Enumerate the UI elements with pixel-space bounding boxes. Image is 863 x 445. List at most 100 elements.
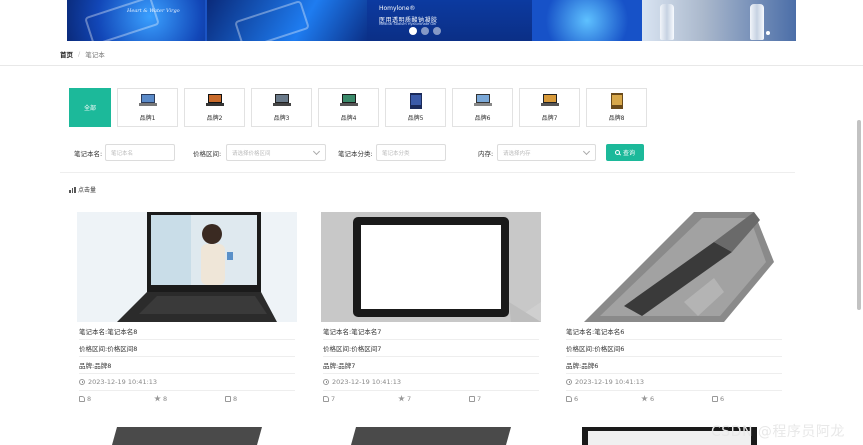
laptop-image xyxy=(321,212,541,322)
card-brand: 品牌:品牌6 xyxy=(566,357,782,374)
brand-item[interactable]: 品牌4 xyxy=(318,88,379,127)
document-icon xyxy=(469,395,475,402)
search-form: 笔记本名: 笔记本名 价格区间: 请选择价格区间 笔记本分类: 笔记本分类 内存… xyxy=(74,144,804,162)
carousel-dot-2[interactable] xyxy=(421,27,429,35)
favorite-count[interactable]: 8 xyxy=(154,395,167,403)
brand-label: 品牌7 xyxy=(541,115,558,122)
banner-brand: Homylone® xyxy=(379,5,416,12)
breadcrumb-home[interactable]: 首页 xyxy=(60,49,73,59)
price-label: 价格区间: xyxy=(193,150,222,158)
brand-label: 品牌1 xyxy=(139,115,156,122)
sort-by-clicks[interactable]: 点击量 xyxy=(69,185,96,194)
card-brand: 品牌:品牌7 xyxy=(323,357,539,374)
card-time: 2023-12-19 10:41:13 xyxy=(566,374,782,391)
banner-small-text: Medical Sodium Hyaluronate Gel xyxy=(379,22,437,26)
bottle-image xyxy=(750,4,764,40)
card-brand: 品牌:品牌8 xyxy=(79,357,295,374)
price-placeholder: 请选择价格区间 xyxy=(232,150,271,157)
category-label: 笔记本分类: xyxy=(338,150,373,158)
chevron-down-icon xyxy=(312,147,321,156)
view-count: 8 xyxy=(225,395,237,403)
laptop-image xyxy=(321,427,541,445)
product-image xyxy=(321,212,541,322)
laptop-thumbnail xyxy=(272,94,291,106)
carousel-indicator[interactable] xyxy=(766,31,770,35)
product-card[interactable]: 笔记本名:笔记本名8 价格区间:价格区间8 品牌:品牌8 2023-12-19 … xyxy=(77,212,297,405)
brand-item[interactable]: 品牌2 xyxy=(184,88,245,127)
carousel-dot-1[interactable] xyxy=(409,27,417,35)
carousel-dot-3[interactable] xyxy=(433,27,441,35)
brand-all-label: 全部 xyxy=(83,105,96,112)
laptop-thumbnail xyxy=(409,93,422,109)
banner-panel-1 xyxy=(67,0,205,41)
clock-icon xyxy=(79,379,85,385)
card-stats: 6 6 6 xyxy=(566,390,782,407)
brand-item[interactable]: 品牌6 xyxy=(452,88,513,127)
category-input[interactable]: 笔记本分类 xyxy=(376,144,446,161)
banner-panel-2 xyxy=(207,0,367,41)
favorite-count[interactable]: 7 xyxy=(398,395,411,403)
breadcrumb: 首页 / 笔记本 xyxy=(60,49,105,59)
card-price: 价格区间:价格区间8 xyxy=(79,340,295,357)
laptop-thumbnail xyxy=(339,94,358,106)
watermark: CSDN @程序员阿龙 xyxy=(711,424,845,440)
favorite-count-text: 7 xyxy=(407,394,412,403)
laptop-thumbnail xyxy=(540,94,559,106)
brand-filter: 全部 品牌1 品牌2 品牌3 品牌4 品牌5 品牌6 品牌7 品牌8 xyxy=(69,88,647,127)
product-card-peek[interactable] xyxy=(321,427,541,445)
search-button[interactable]: 查询 xyxy=(606,144,644,161)
star-icon xyxy=(154,395,161,402)
laptop-image xyxy=(77,427,297,445)
laptop-thumbnail xyxy=(205,94,224,106)
carousel-dots xyxy=(409,27,441,35)
like-count-text: 6 xyxy=(574,394,579,403)
name-input[interactable]: 笔记本名 xyxy=(105,144,175,161)
like-count[interactable]: 6 xyxy=(566,395,578,403)
card-stats: 8 8 8 xyxy=(79,390,295,407)
brand-label: 品牌5 xyxy=(407,115,424,122)
brand-item[interactable]: 品牌1 xyxy=(117,88,178,127)
card-time: 2023-12-19 10:41:13 xyxy=(323,374,539,391)
page-scrollbar[interactable] xyxy=(857,120,861,310)
brand-all-button[interactable]: 全部 xyxy=(69,88,111,127)
brand-label: 品牌8 xyxy=(608,115,625,122)
product-card-peek[interactable] xyxy=(77,427,297,445)
like-count[interactable]: 7 xyxy=(323,395,335,403)
sort-label: 点击量 xyxy=(78,187,97,194)
clock-icon xyxy=(566,379,572,385)
banner-carousel[interactable]: Heart & Water Virgo Homylone® 医用透明质酸钠凝胶 … xyxy=(67,0,796,41)
laptop-thumbnail xyxy=(473,94,492,106)
brand-item[interactable]: 品牌5 xyxy=(385,88,446,127)
product-image xyxy=(564,212,784,322)
card-time-text: 2023-12-19 10:41:13 xyxy=(575,378,645,386)
chevron-down-icon xyxy=(582,147,591,156)
like-count[interactable]: 8 xyxy=(79,395,91,403)
card-price: 价格区间:价格区间7 xyxy=(323,340,539,357)
memory-select[interactable]: 请选择内存 xyxy=(497,144,596,161)
product-card[interactable]: 笔记本名:笔记本名7 价格区间:价格区间7 品牌:品牌7 2023-12-19 … xyxy=(321,212,541,405)
name-label: 笔记本名: xyxy=(74,150,103,158)
memory-placeholder: 请选择内存 xyxy=(503,150,531,157)
card-price: 价格区间:价格区间6 xyxy=(566,340,782,357)
banner-ribbon xyxy=(84,0,160,41)
search-button-label: 查询 xyxy=(622,150,635,157)
document-icon xyxy=(712,395,718,402)
laptop-thumbnail xyxy=(610,93,623,109)
brand-item[interactable]: 品牌8 xyxy=(586,88,647,127)
clock-icon xyxy=(323,379,329,385)
product-card[interactable]: 笔记本名:笔记本名6 价格区间:价格区间6 品牌:品牌6 2023-12-19 … xyxy=(564,212,784,405)
card-time: 2023-12-19 10:41:13 xyxy=(79,374,295,391)
card-name: 笔记本名:笔记本名6 xyxy=(566,323,782,340)
breadcrumb-current: 笔记本 xyxy=(85,51,105,59)
brand-item[interactable]: 品牌7 xyxy=(519,88,580,127)
view-count: 7 xyxy=(469,395,481,403)
thumb-up-icon xyxy=(566,395,572,402)
like-count-text: 8 xyxy=(87,394,92,403)
brand-item[interactable]: 品牌3 xyxy=(251,88,312,127)
favorite-count-text: 6 xyxy=(650,394,655,403)
banner-panel-4 xyxy=(532,0,642,41)
favorite-count[interactable]: 6 xyxy=(641,395,654,403)
price-select[interactable]: 请选择价格区间 xyxy=(226,144,326,161)
banner-ribbon xyxy=(234,0,310,41)
view-count-text: 7 xyxy=(477,394,482,403)
